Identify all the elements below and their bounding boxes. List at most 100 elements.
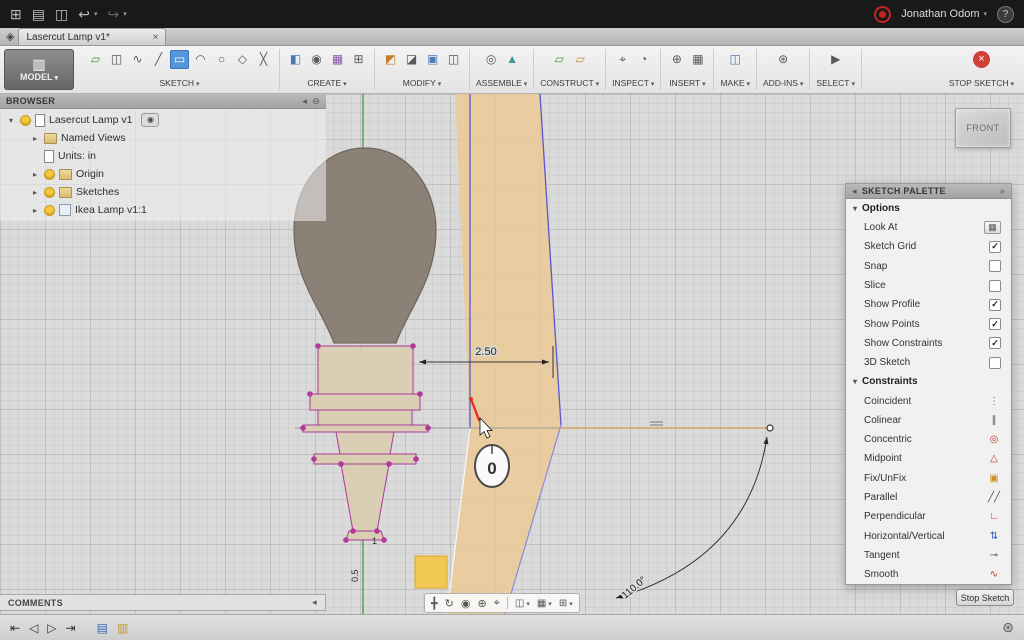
- toolbar-menu-construct[interactable]: CONSTRUCT: [540, 78, 599, 88]
- construct-tool-icon[interactable]: ▱: [550, 50, 569, 69]
- constraint-icon[interactable]: ◎: [987, 434, 1001, 445]
- playback-icon[interactable]: ⇤: [10, 621, 20, 635]
- toolbar-menu-create[interactable]: CREATE: [286, 78, 368, 88]
- modify-tool-icon[interactable]: ▣: [423, 50, 442, 69]
- select-tool-icon[interactable]: ▶: [826, 50, 845, 69]
- sketch-tool-icon[interactable]: ◇: [233, 50, 252, 69]
- browser-tree-item[interactable]: ▾ Lasercut Lamp v1 ◉: [0, 111, 326, 129]
- comments-collapse-icon[interactable]: ◂: [312, 597, 317, 608]
- dimension-width-value[interactable]: 2.50: [475, 346, 496, 358]
- palette-constraint-row[interactable]: Tangent ⊸: [846, 546, 1011, 565]
- create-tool-icon[interactable]: ◉: [307, 50, 326, 69]
- redo-icon[interactable]: ↪: [107, 6, 119, 23]
- palette-constraint-row[interactable]: Concentric ◎: [846, 430, 1011, 449]
- sketch-profile-region[interactable]: [447, 94, 561, 614]
- palette-constraint-row[interactable]: Smooth ∿: [846, 565, 1011, 584]
- constraint-icon[interactable]: ∟: [987, 511, 1001, 522]
- settings-gear-icon[interactable]: ⊛: [1002, 619, 1014, 636]
- option-control[interactable]: ✓: [989, 241, 1001, 253]
- constraint-icon[interactable]: ⊸: [987, 550, 1001, 561]
- option-control[interactable]: ✓: [989, 318, 1001, 330]
- browser-tree-item[interactable]: ▸ Origin: [0, 165, 326, 183]
- toolbar-menu-insert[interactable]: INSERT: [667, 78, 707, 88]
- sketch-tool-icon[interactable]: ▭: [170, 50, 189, 69]
- option-control[interactable]: ✓: [989, 299, 1001, 311]
- undo-caret-icon[interactable]: ▾: [94, 10, 98, 18]
- nav-tool-icon[interactable]: ╋: [431, 597, 438, 610]
- toolbar-menu-modify[interactable]: MODIFY: [381, 78, 463, 88]
- angle-dimension[interactable]: 110.0°: [616, 437, 767, 601]
- constraint-icon[interactable]: △: [987, 453, 1001, 464]
- palette-expand-icon[interactable]: »: [1000, 186, 1005, 196]
- constraint-icon[interactable]: ▣: [987, 473, 1001, 484]
- disclosure-icon[interactable]: ▸: [30, 188, 40, 197]
- create-tool-icon[interactable]: ▦: [328, 50, 347, 69]
- toolbar-menu-inspect[interactable]: INSPECT: [612, 78, 654, 88]
- help-icon[interactable]: ?: [997, 6, 1014, 23]
- disclosure-icon[interactable]: ▸: [30, 170, 40, 179]
- sketch-tool-icon[interactable]: ◠: [191, 50, 210, 69]
- sketch-tool-icon[interactable]: ∿: [128, 50, 147, 69]
- construct-tool-icon[interactable]: ▱: [571, 50, 590, 69]
- playback-icon[interactable]: ⇥: [66, 621, 76, 635]
- display-settings-icon[interactable]: ◫: [515, 598, 530, 609]
- option-control[interactable]: [989, 260, 1001, 272]
- toolbar-menu-addins[interactable]: ADD-INS: [763, 78, 803, 88]
- disclosure-icon[interactable]: ▸: [30, 134, 40, 143]
- timeline-feature-icon[interactable]: ▤: [97, 621, 108, 635]
- insert-tool-icon[interactable]: ▦: [688, 50, 707, 69]
- constraint-icon[interactable]: ⇅: [987, 531, 1001, 542]
- browser-tree-item[interactable]: ▸ Named Views: [0, 129, 326, 147]
- palette-constraint-row[interactable]: Fix/UnFix ▣: [846, 469, 1011, 488]
- playback-icon[interactable]: ▷: [47, 621, 56, 635]
- browser-tree-item[interactable]: ▸ Sketches: [0, 183, 326, 201]
- sketch-tool-icon[interactable]: ◫: [107, 50, 126, 69]
- line-endpoint[interactable]: [767, 425, 773, 431]
- sketch-tool-icon[interactable]: ╱: [149, 50, 168, 69]
- display-settings-icon[interactable]: ⊞: [559, 598, 573, 609]
- options-section-header[interactable]: Options: [846, 199, 1011, 218]
- timeline-feature-icon[interactable]: ▥: [117, 621, 128, 635]
- visibility-bulb-icon[interactable]: [44, 187, 55, 198]
- data-panel-icon[interactable]: ▤: [32, 6, 45, 23]
- undo-icon[interactable]: ↩: [78, 6, 90, 23]
- create-tool-icon[interactable]: ◧: [286, 50, 305, 69]
- nav-tool-icon[interactable]: ↻: [445, 597, 454, 610]
- assemble-tool-icon[interactable]: ◎: [482, 50, 501, 69]
- eye-badge-icon[interactable]: ◉: [141, 113, 159, 127]
- nav-tool-icon[interactable]: ⊕: [477, 597, 486, 610]
- stop-sketch-icon[interactable]: ×: [973, 51, 990, 68]
- modify-tool-icon[interactable]: ◩: [381, 50, 400, 69]
- sketch-tool-icon[interactable]: ╳: [254, 50, 273, 69]
- record-icon[interactable]: [874, 6, 891, 23]
- constraint-icon[interactable]: ∿: [987, 569, 1001, 580]
- option-control[interactable]: [989, 280, 1001, 292]
- disclosure-icon[interactable]: ▾: [6, 116, 16, 125]
- display-settings-icon[interactable]: ▦: [537, 598, 552, 609]
- create-tool-icon[interactable]: ⊞: [349, 50, 368, 69]
- palette-constraint-row[interactable]: Parallel ╱╱: [846, 488, 1011, 507]
- visibility-bulb-icon[interactable]: [20, 115, 31, 126]
- constraints-section-header[interactable]: Constraints: [846, 372, 1011, 391]
- modify-tool-icon[interactable]: ◪: [402, 50, 421, 69]
- palette-constraint-row[interactable]: Horizontal/Vertical ⇅: [846, 526, 1011, 545]
- sketch-tool-icon[interactable]: ▱: [86, 50, 105, 69]
- nav-tool-icon[interactable]: ◉: [461, 597, 471, 610]
- comments-bar[interactable]: COMMENTS ◂: [0, 594, 326, 611]
- constraint-icon[interactable]: ⋮: [987, 396, 1001, 407]
- modify-tool-icon[interactable]: ◫: [444, 50, 463, 69]
- playback-icon[interactable]: ◁: [29, 621, 38, 635]
- toolbar-menu-stop-sketch[interactable]: STOP SKETCH: [949, 78, 1014, 88]
- browser-header[interactable]: BROWSER ◂ ⊖: [0, 94, 326, 109]
- redo-caret-icon[interactable]: ▾: [123, 10, 127, 18]
- option-control[interactable]: [989, 357, 1001, 369]
- tab-close-icon[interactable]: ×: [153, 32, 159, 43]
- user-caret-icon[interactable]: ▾: [983, 10, 987, 18]
- visibility-bulb-icon[interactable]: [44, 205, 55, 216]
- toolbar-menu-select[interactable]: SELECT: [816, 78, 855, 88]
- nav-tool-icon[interactable]: ⌖: [494, 597, 500, 610]
- palette-collapse-icon[interactable]: ◂: [852, 186, 857, 197]
- constraint-icon[interactable]: ╱╱: [987, 492, 1001, 503]
- browser-collapse-icon[interactable]: ◂: [302, 96, 307, 107]
- viewcube[interactable]: FRONT: [955, 108, 1011, 148]
